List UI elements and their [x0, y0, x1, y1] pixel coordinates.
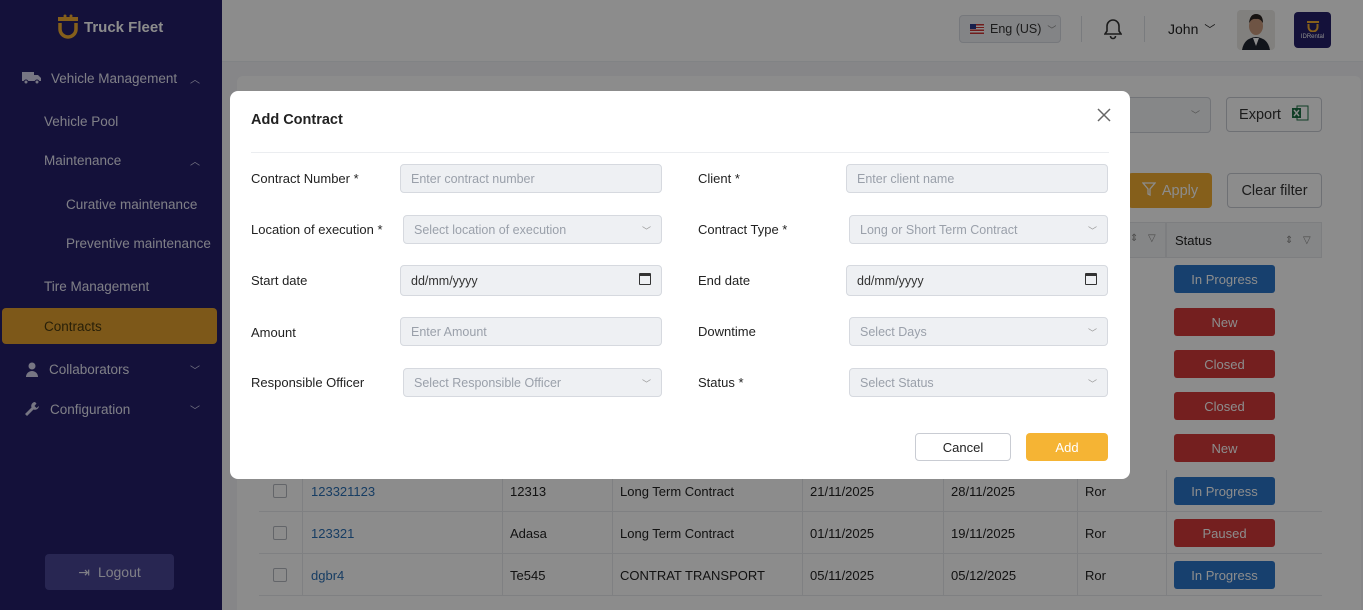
chevron-down-icon: ﹀ — [1087, 226, 1097, 236]
end-date-label: End date — [698, 273, 751, 288]
placeholder: Select Responsible Officer — [414, 375, 562, 390]
location-select[interactable]: Select location of execution ﹀ — [403, 215, 662, 244]
client-input[interactable]: Enter client name — [846, 164, 1108, 193]
cancel-label: Cancel — [942, 439, 984, 455]
contract-number-label: Contract Number * — [251, 171, 359, 186]
downtime-select[interactable]: Select Days ﹀ — [849, 317, 1108, 346]
location-label: Location of execution * — [251, 222, 383, 237]
placeholder: Enter Amount — [411, 324, 487, 339]
calendar-icon[interactable] — [1085, 273, 1097, 285]
chevron-down-icon: ﹀ — [641, 226, 651, 236]
modal-title: Add Contract — [251, 112, 343, 128]
contract-type-label: Contract Type * — [698, 222, 788, 237]
calendar-icon[interactable] — [639, 273, 651, 285]
add-label: Add — [1055, 439, 1079, 455]
amount-label: Amount — [251, 325, 296, 340]
cancel-button[interactable]: Cancel — [915, 433, 1011, 461]
placeholder: Select Status — [860, 375, 934, 390]
start-date-input[interactable]: dd/mm/yyyy — [400, 265, 662, 296]
divider — [251, 152, 1109, 153]
chevron-down-icon: ﹀ — [1087, 328, 1097, 338]
start-date-label: Start date — [251, 273, 308, 288]
amount-input[interactable]: Enter Amount — [400, 317, 662, 346]
placeholder: Enter client name — [857, 171, 955, 186]
placeholder: Enter contract number — [411, 171, 535, 186]
end-date-input[interactable]: dd/mm/yyyy — [846, 265, 1108, 296]
chevron-down-icon: ﹀ — [1087, 379, 1097, 389]
date-value: dd/mm/yyyy — [411, 273, 478, 288]
placeholder: Long or Short Term Contract — [860, 222, 1018, 237]
contract-number-input[interactable]: Enter contract number — [400, 164, 662, 193]
status-select[interactable]: Select Status ﹀ — [849, 368, 1108, 397]
add-button[interactable]: Add — [1026, 433, 1108, 461]
add-contract-modal: Add Contract Contract Number * Enter con… — [230, 91, 1130, 479]
status-label: Status * — [698, 375, 744, 390]
downtime-label: Downtime — [698, 324, 756, 339]
contract-type-select[interactable]: Long or Short Term Contract ﹀ — [849, 215, 1108, 244]
client-label: Client * — [698, 171, 740, 186]
responsible-officer-select[interactable]: Select Responsible Officer ﹀ — [403, 368, 662, 397]
chevron-down-icon: ﹀ — [641, 379, 651, 389]
placeholder: Select location of execution — [414, 222, 567, 237]
date-value: dd/mm/yyyy — [857, 273, 924, 288]
close-icon[interactable] — [1097, 108, 1113, 124]
placeholder: Select Days — [860, 324, 927, 339]
responsible-officer-label: Responsible Officer — [251, 375, 365, 390]
